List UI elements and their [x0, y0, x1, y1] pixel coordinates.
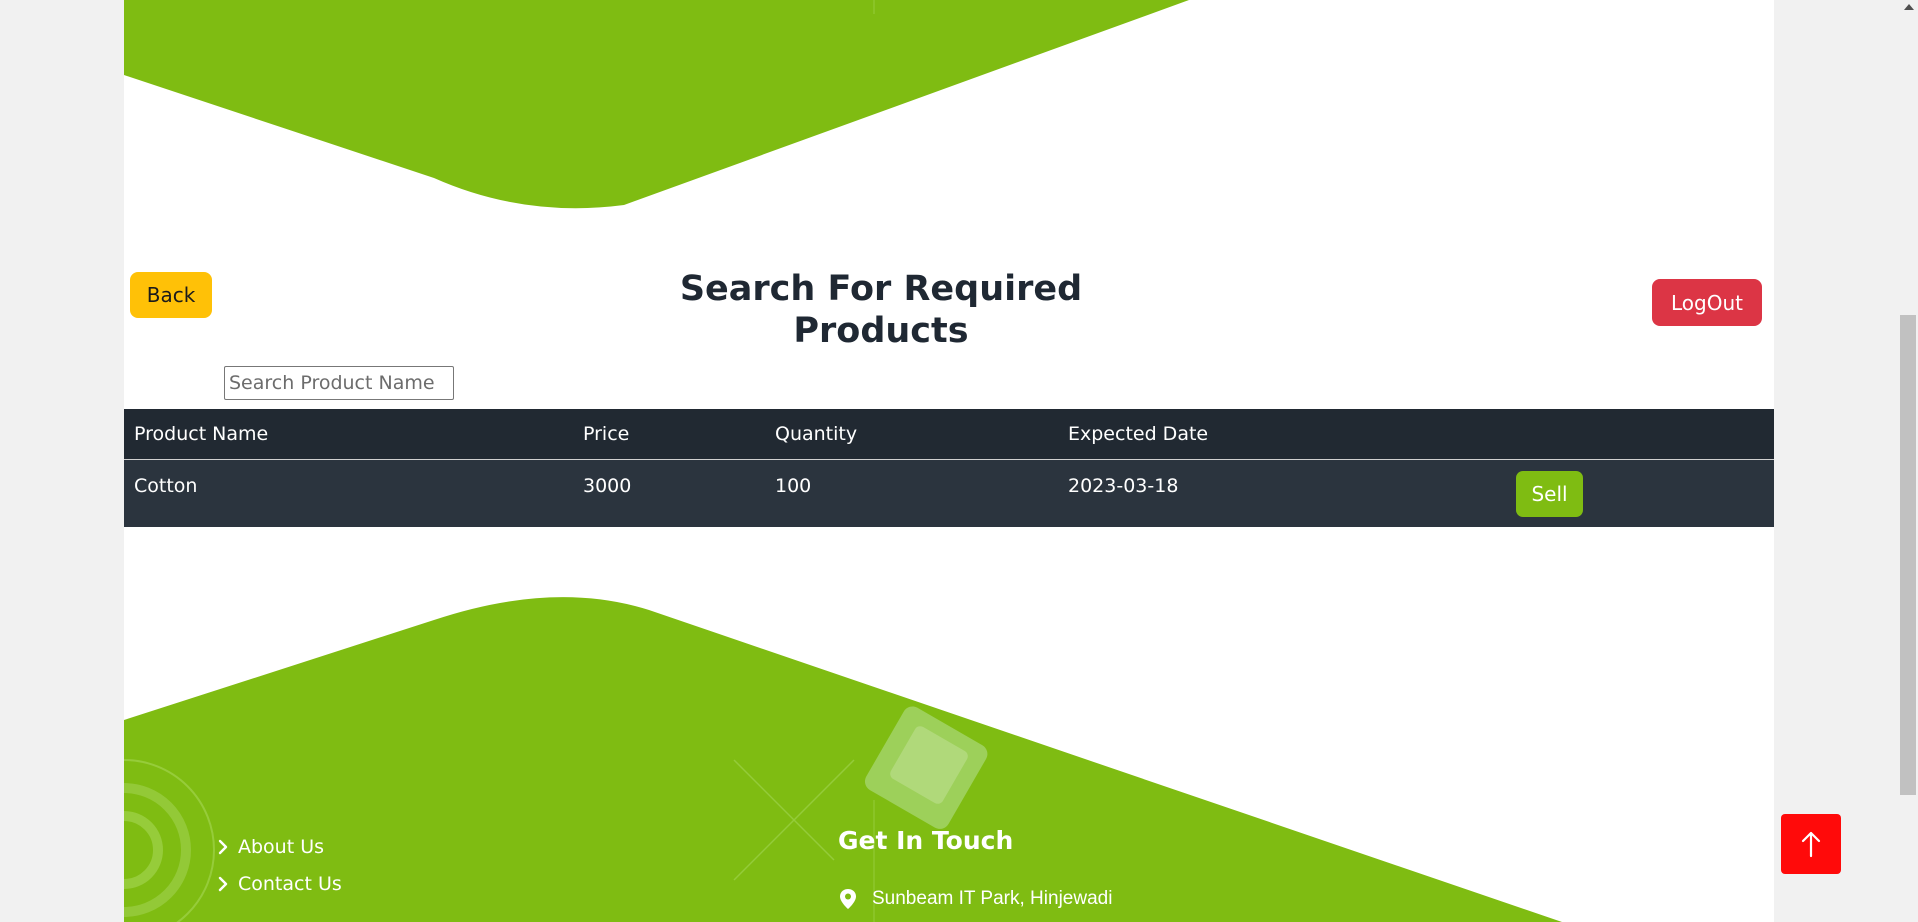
footer-link-label: About Us: [238, 835, 325, 858]
map-pin-icon: [840, 889, 856, 909]
back-button[interactable]: Back: [130, 272, 212, 318]
arrow-up-icon: [1801, 831, 1821, 858]
cell-price: 3000: [583, 475, 632, 497]
scrollbar-thumb[interactable]: [1900, 315, 1916, 795]
cell-quantity: 100: [775, 475, 812, 497]
chevron-right-icon: [218, 839, 228, 854]
address-line: Sunbeam IT Park, Hinjewadi: [838, 888, 1112, 910]
column-header-price: Price: [583, 423, 630, 445]
top-green-wave: [124, 0, 1189, 209]
footer-links: About Us Contact Us: [214, 828, 342, 902]
cell-expected-date: 2023-03-18: [1068, 475, 1179, 497]
get-in-touch-heading: Get In Touch: [838, 826, 1014, 855]
footer-link-about-us[interactable]: About Us: [214, 828, 342, 865]
footer-link-label: Contact Us: [238, 872, 342, 895]
scroll-to-top-button[interactable]: [1781, 814, 1841, 874]
page-title: Search For Required Products: [679, 269, 1083, 351]
logout-button[interactable]: LogOut: [1652, 279, 1762, 326]
cell-product-name: Cotton: [134, 475, 198, 497]
search-product-input[interactable]: [224, 366, 454, 400]
scrollbar-up-arrow-icon[interactable]: [1904, 4, 1914, 10]
table-header: Product Name Price Quantity Expected Dat…: [124, 409, 1774, 460]
footer-link-contact-us[interactable]: Contact Us: [214, 865, 342, 902]
bottom-green-wave: [124, 597, 1562, 922]
column-header-expected-date: Expected Date: [1068, 423, 1209, 445]
chevron-right-icon: [218, 876, 228, 891]
page-container: Back Search For Required Products LogOut…: [124, 0, 1774, 922]
column-header-quantity: Quantity: [775, 423, 858, 445]
products-table: Product Name Price Quantity Expected Dat…: [124, 409, 1774, 527]
address-text: Sunbeam IT Park, Hinjewadi: [872, 888, 1113, 909]
column-header-product-name: Product Name: [134, 423, 269, 445]
table-row: Cotton 3000 100 2023-03-18 Sell: [124, 460, 1774, 527]
sell-button[interactable]: Sell: [1516, 471, 1583, 517]
